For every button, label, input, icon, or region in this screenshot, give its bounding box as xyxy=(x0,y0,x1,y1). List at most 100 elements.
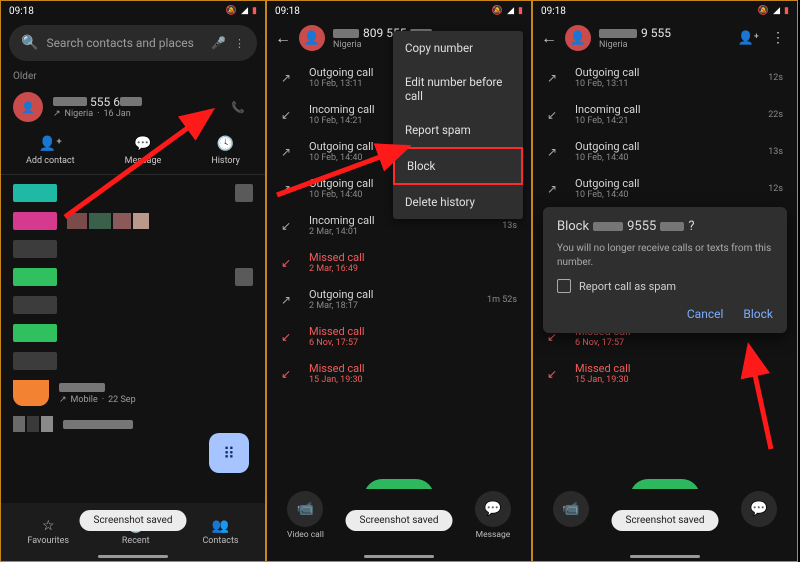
dialog-block-button[interactable]: Block xyxy=(743,307,773,321)
call-time: 15 Jan, 19:30 xyxy=(575,375,771,385)
call-duration: 13s xyxy=(768,147,783,157)
nav-favourites[interactable]: ☆Favourites xyxy=(27,518,69,546)
dialog-body: You will no longer receive calls or text… xyxy=(557,242,773,269)
call-type: Outgoing call xyxy=(575,177,756,190)
contact-header: ← 👤 9 555 Nigeria 👤⁺ ⋮ xyxy=(533,21,797,55)
list-item[interactable]: ↗ Mobile · 22 Sep xyxy=(1,375,265,411)
context-menu: Copy number Edit number before call Repo… xyxy=(393,31,523,219)
recent-list: ↗ Mobile · 22 Sep xyxy=(1,175,265,441)
battery-icon: ▮ xyxy=(518,6,523,16)
list-item[interactable] xyxy=(1,179,265,207)
list-item[interactable] xyxy=(1,207,265,235)
call-time: 2 Mar, 16:49 xyxy=(309,264,505,274)
list-item[interactable] xyxy=(1,347,265,375)
call-button[interactable]: 📞 xyxy=(223,92,253,122)
menu-edit-number[interactable]: Edit number before call xyxy=(393,65,523,113)
panel-recent-calls: 09:18 🔕 ◢ ▮ 🔍 Search contacts and places… xyxy=(0,0,266,562)
add-contact-button[interactable]: 👤⁺Add contact xyxy=(26,136,75,166)
dialpad-icon: ⠿ xyxy=(223,444,235,463)
report-spam-checkbox[interactable]: Report call as spam xyxy=(557,279,773,293)
call-time: 10 Feb, 13:11 xyxy=(575,79,756,89)
call-row[interactable]: ↗Outgoing call10 Feb, 13:1112s xyxy=(533,59,797,96)
checkbox-icon xyxy=(557,279,571,293)
menu-delete-history[interactable]: Delete history xyxy=(393,185,523,219)
call-row[interactable]: ↗Outgoing call2 Mar, 18:171m 52s xyxy=(267,281,531,318)
call-time: 10 Feb, 14:40 xyxy=(575,190,756,200)
call-direction-icon: ↙ xyxy=(547,367,563,381)
call-direction-icon: ↙ xyxy=(281,367,297,381)
call-direction-icon: ↙ xyxy=(547,108,563,122)
call-time: 2 Mar, 14:01 xyxy=(309,227,490,237)
star-icon: ☆ xyxy=(42,518,55,534)
call-row[interactable]: ↙ Missed call15 Jan, 19:30 xyxy=(533,355,797,392)
call-row[interactable]: ↗ Outgoing call10 Feb, 14:40 12s xyxy=(533,170,797,207)
call-row[interactable]: ↙Missed call15 Jan, 19:30 xyxy=(267,355,531,392)
message-button[interactable]: 💬Message xyxy=(475,491,511,540)
search-bar[interactable]: 🔍 Search contacts and places 🎤 ⋮ xyxy=(9,25,257,61)
search-placeholder: Search contacts and places xyxy=(46,36,203,50)
message-button[interactable]: 💬Message xyxy=(125,136,162,166)
list-item[interactable] xyxy=(1,235,265,263)
call-direction-icon: ↗ xyxy=(281,293,297,307)
call-direction-icon: ↙ xyxy=(281,256,297,270)
dialog-cancel-button[interactable]: Cancel xyxy=(687,307,724,321)
gesture-bar xyxy=(364,555,434,558)
menu-block[interactable]: Block xyxy=(393,147,523,185)
call-row[interactable]: ↙Missed call6 Nov, 17:57 xyxy=(267,318,531,355)
more-icon[interactable]: ⋮ xyxy=(767,30,789,46)
header-country: Nigeria xyxy=(599,40,730,50)
call-type: Outgoing call xyxy=(575,140,756,153)
call-row[interactable]: ↙ Missed call2 Mar, 16:49 xyxy=(267,244,531,281)
call-duration: 12s xyxy=(768,184,783,194)
back-button[interactable]: ← xyxy=(275,28,291,48)
message-button[interactable]: 💬 xyxy=(741,491,777,527)
signal-icon: ◢ xyxy=(507,6,514,16)
call-time: 10 Feb, 14:40 xyxy=(575,153,756,163)
message-icon: 💬 xyxy=(484,501,501,517)
battery-icon: ▮ xyxy=(252,6,257,16)
call-time: 10 Feb, 14:21 xyxy=(575,116,756,126)
status-bar: 09:18 🔕 ◢ ▮ xyxy=(1,1,265,21)
call-type: Missed call xyxy=(309,325,505,338)
add-contact-button[interactable]: 👤⁺ xyxy=(738,31,759,46)
contact-entry[interactable]: 👤 555 6 ↗ Nigeria · 16 Jan 📞 xyxy=(1,86,265,128)
call-row[interactable]: ↙Incoming call10 Feb, 14:2122s xyxy=(533,96,797,133)
status-time: 09:18 xyxy=(275,6,300,17)
bell-off-icon: 🔕 xyxy=(226,6,237,16)
call-duration: 12s xyxy=(768,73,783,83)
panel-call-history: 09:18 🔕◢▮ ← 👤 809 555 Nigeria ↗Outgoing … xyxy=(266,0,532,562)
call-direction-icon: ↗ xyxy=(547,182,563,196)
block-dialog: Block 9555? You will no longer receive c… xyxy=(543,207,787,333)
header-number: 9 555 xyxy=(599,26,730,40)
signal-icon: ◢ xyxy=(241,6,248,16)
menu-report-spam[interactable]: Report spam xyxy=(393,113,523,147)
call-type: Missed call xyxy=(575,362,771,375)
list-item[interactable] xyxy=(1,263,265,291)
toast: Screenshot saved xyxy=(80,510,187,531)
call-type: Missed call xyxy=(309,251,505,264)
contact-number: 555 6 xyxy=(53,95,213,109)
people-icon: 👥 xyxy=(212,518,229,534)
back-button[interactable]: ← xyxy=(541,28,557,48)
nav-contacts[interactable]: 👥Contacts xyxy=(202,518,238,546)
history-icon: 🕓 xyxy=(217,136,234,152)
battery-icon: ▮ xyxy=(784,6,789,16)
video-call-button[interactable]: 📹 xyxy=(553,491,589,527)
contact-actions: 👤⁺Add contact 💬Message 🕓History xyxy=(1,128,265,175)
mic-icon[interactable]: 🎤 xyxy=(211,36,226,50)
history-button[interactable]: 🕓History xyxy=(211,136,240,166)
call-direction-icon: ↗ xyxy=(547,71,563,85)
list-item[interactable] xyxy=(1,291,265,319)
call-type: Outgoing call xyxy=(309,288,475,301)
list-item[interactable] xyxy=(1,319,265,347)
status-time: 09:18 xyxy=(9,6,34,17)
panel-block-dialog: 09:18 🔕◢▮ ← 👤 9 555 Nigeria 👤⁺ ⋮ ↗Outgoi… xyxy=(532,0,798,562)
video-call-button[interactable]: 📹Video call xyxy=(287,491,324,540)
call-row[interactable]: ↗Outgoing call10 Feb, 14:4013s xyxy=(533,133,797,170)
dialpad-fab[interactable]: ⠿ xyxy=(209,433,249,473)
avatar: 👤 xyxy=(13,92,43,122)
toast: Screenshot saved xyxy=(346,510,453,531)
call-direction-icon: ↗ xyxy=(281,145,297,159)
more-icon[interactable]: ⋮ xyxy=(234,37,245,50)
menu-copy-number[interactable]: Copy number xyxy=(393,31,523,65)
